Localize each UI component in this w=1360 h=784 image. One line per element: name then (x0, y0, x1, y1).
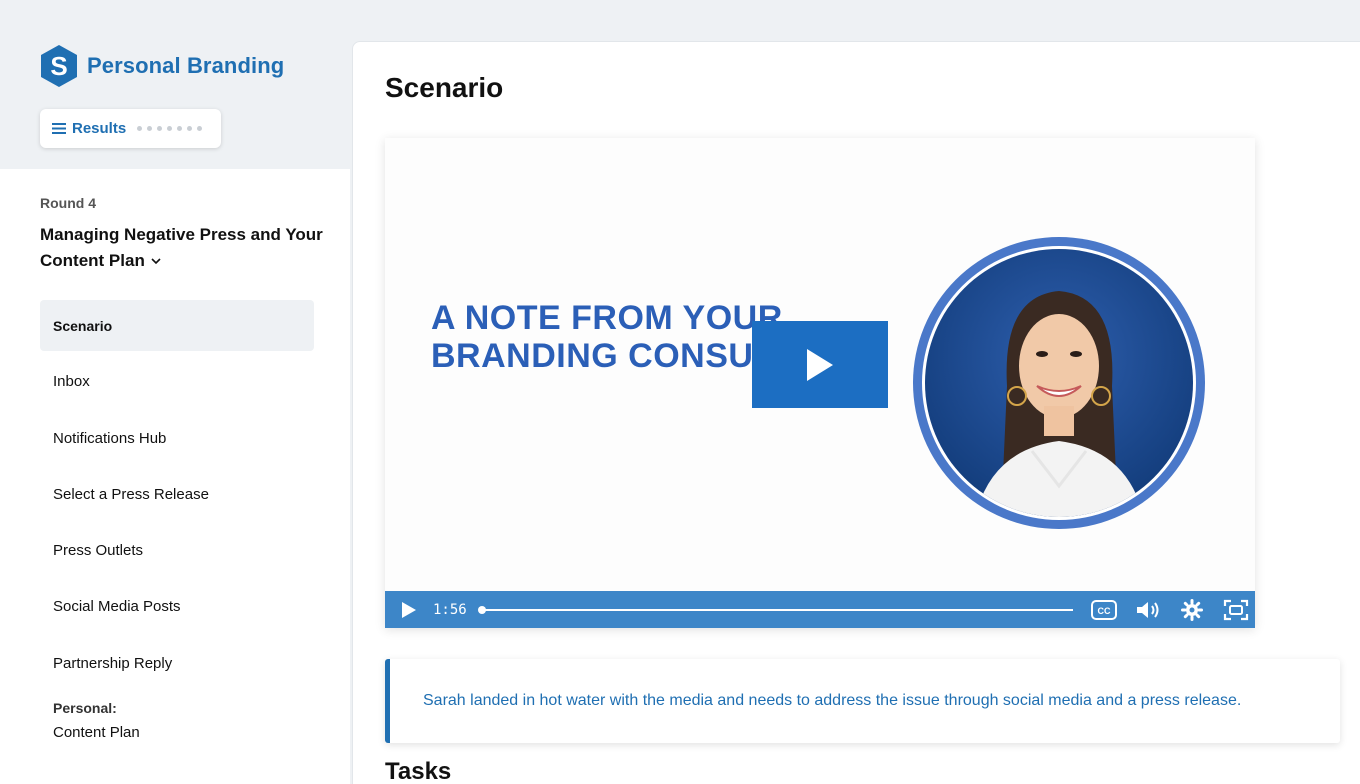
round-label: Round 4 (40, 195, 96, 211)
settings-gear-icon[interactable] (1179, 598, 1205, 621)
scrubber-handle[interactable] (477, 605, 486, 614)
brand[interactable]: S Personal Branding (40, 44, 284, 88)
svg-text:S: S (50, 51, 67, 81)
video-player[interactable]: A NOTE FROM YOUR BRANDING CONSULTANT 1:5… (385, 138, 1255, 628)
nav-item-scenario[interactable]: Scenario (40, 300, 314, 351)
progress-dot (167, 126, 173, 131)
module-title-dropdown[interactable]: Managing Negative Press and Your Content… (40, 222, 330, 274)
nav-group-label: Personal: (53, 700, 117, 717)
nav-item-select-press-release[interactable]: Select a Press Release (40, 469, 314, 520)
callout-text: Sarah landed in hot water with the media… (423, 692, 1242, 709)
video-controls: 1:56 CC (385, 591, 1255, 628)
nav-item-content-plan[interactable]: Content Plan (53, 724, 314, 741)
video-scrubber[interactable] (477, 605, 1073, 614)
module-title-text: Managing Negative Press and Your Content… (40, 225, 323, 270)
play-icon[interactable] (399, 600, 419, 620)
menu-icon (52, 123, 66, 134)
closed-captions-icon[interactable]: CC (1090, 599, 1117, 621)
progress-dot (197, 126, 203, 131)
results-button[interactable]: Results (40, 109, 221, 148)
nav-item-partnership-reply[interactable]: Partnership Reply (40, 638, 314, 689)
progress-dots (137, 126, 207, 131)
results-label: Results (72, 120, 127, 137)
nav-item-press-outlets[interactable]: Press Outlets (40, 525, 314, 576)
chevron-down-icon (151, 258, 161, 265)
nav-item-notifications-hub[interactable]: Notifications Hub (40, 413, 314, 464)
progress-dot (177, 126, 183, 131)
scenario-callout: Sarah landed in hot water with the media… (385, 659, 1340, 743)
tasks-heading: Tasks (385, 758, 452, 784)
progress-dot (157, 126, 163, 131)
video-play-button[interactable] (752, 321, 888, 408)
page-title: Scenario (385, 72, 504, 103)
fullscreen-icon[interactable] (1223, 599, 1249, 621)
brand-name: Personal Branding (87, 53, 285, 78)
volume-icon[interactable] (1135, 599, 1161, 621)
nav-item-social-media-posts[interactable]: Social Media Posts (40, 581, 314, 632)
svg-text:CC: CC (1097, 606, 1110, 616)
progress-dot (187, 126, 193, 131)
video-time: 1:56 (433, 601, 467, 618)
progress-dot (147, 126, 153, 131)
presenter-portrait (913, 237, 1205, 529)
sidebar-nav: Scenario Inbox Notifications Hub Select … (40, 300, 314, 741)
play-icon (807, 348, 833, 381)
sidebar: S Personal Branding Results Round 4 Mana… (0, 0, 350, 784)
progress-dot (137, 126, 143, 131)
nav-item-inbox[interactable]: Inbox (40, 356, 314, 407)
nav-group-personal: Personal: Content Plan (40, 694, 314, 741)
shield-s-logo-icon: S (41, 45, 77, 87)
